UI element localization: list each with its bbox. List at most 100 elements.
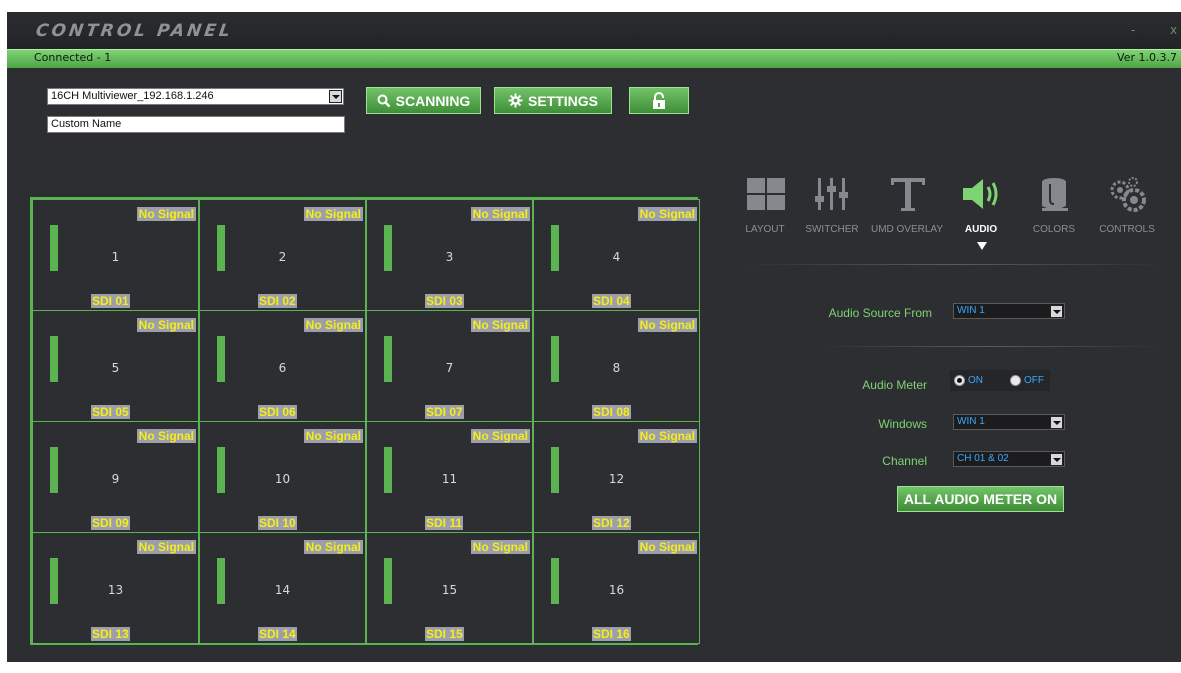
viewer-cell[interactable]: No Signal 3 SDI 03 bbox=[366, 199, 533, 311]
no-signal-badge: No Signal bbox=[136, 207, 196, 221]
audio-source-label: Audio Source From bbox=[828, 306, 932, 320]
windows-select[interactable]: WIN 1 bbox=[953, 414, 1065, 430]
no-signal-badge: No Signal bbox=[470, 318, 530, 332]
no-signal-badge: No Signal bbox=[637, 207, 697, 221]
windows-label: Windows bbox=[878, 417, 927, 431]
window-number: 12 bbox=[608, 472, 625, 486]
version-label: Ver 1.0.3.7 bbox=[1117, 51, 1177, 64]
viewer-cell[interactable]: No Signal 15 SDI 15 bbox=[366, 532, 533, 644]
viewer-cell[interactable]: No Signal 1 SDI 01 bbox=[32, 199, 199, 311]
source-label: SDI 15 bbox=[425, 627, 464, 641]
audio-meter-on-label: ON bbox=[968, 375, 983, 386]
audio-level-bar bbox=[217, 558, 225, 604]
title-bar: CONTROL PANEL - x bbox=[7, 12, 1181, 49]
audio-level-bar bbox=[384, 447, 392, 493]
viewer-cell[interactable]: No Signal 2 SDI 02 bbox=[199, 199, 366, 311]
source-label: SDI 03 bbox=[425, 294, 464, 308]
tab-controls[interactable]: CONTROLS bbox=[1087, 172, 1167, 242]
tab-colors[interactable]: COLORS bbox=[1014, 172, 1094, 242]
no-signal-badge: No Signal bbox=[637, 318, 697, 332]
close-button[interactable]: x bbox=[1170, 23, 1177, 37]
chevron-down-icon[interactable] bbox=[1050, 305, 1063, 318]
audio-level-bar bbox=[50, 225, 58, 271]
audio-level-bar bbox=[217, 225, 225, 271]
window-number: 13 bbox=[107, 583, 124, 597]
audio-level-bar bbox=[50, 447, 58, 493]
no-signal-badge: No Signal bbox=[136, 318, 196, 332]
audio-meter-on-radio[interactable]: ON bbox=[954, 375, 983, 386]
custom-name-input[interactable]: Custom Name bbox=[47, 116, 345, 133]
tab-label: UMD OVERLAY bbox=[870, 224, 944, 235]
audio-source-select[interactable]: WIN 1 bbox=[953, 303, 1065, 319]
viewer-cell[interactable]: No Signal 10 SDI 10 bbox=[199, 421, 366, 533]
chevron-down-icon[interactable] bbox=[329, 90, 342, 103]
settings-button[interactable]: SETTINGS bbox=[494, 87, 612, 114]
viewer-cell[interactable]: No Signal 13 SDI 13 bbox=[32, 532, 199, 644]
connection-status: Connected - 1 bbox=[34, 51, 112, 64]
viewer-cell[interactable]: No Signal 16 SDI 16 bbox=[533, 532, 700, 644]
scanning-button[interactable]: SCANNING bbox=[366, 87, 481, 114]
audio-level-bar bbox=[384, 336, 392, 382]
viewer-cell[interactable]: No Signal 7 SDI 07 bbox=[366, 310, 533, 422]
no-signal-badge: No Signal bbox=[303, 207, 363, 221]
window-number: 6 bbox=[278, 361, 287, 375]
control-panel-window: CONTROL PANEL - x Connected - 1 Ver 1.0.… bbox=[7, 12, 1181, 662]
audio-level-bar bbox=[384, 558, 392, 604]
gears-icon bbox=[1110, 177, 1146, 212]
tab-audio[interactable]: AUDIO bbox=[941, 172, 1021, 242]
tab-switcher[interactable]: SWITCHER bbox=[792, 172, 872, 242]
window-number: 15 bbox=[441, 583, 458, 597]
minimize-button[interactable]: - bbox=[1131, 23, 1135, 37]
viewer-cell[interactable]: No Signal 5 SDI 05 bbox=[32, 310, 199, 422]
window-number: 5 bbox=[111, 361, 120, 375]
tab-label: AUDIO bbox=[964, 224, 998, 235]
viewer-cell[interactable]: No Signal 14 SDI 14 bbox=[199, 532, 366, 644]
tab-label: SWITCHER bbox=[805, 224, 859, 235]
no-signal-badge: No Signal bbox=[637, 429, 697, 443]
all-audio-meter-on-button[interactable]: ALL AUDIO METER ON bbox=[897, 486, 1064, 512]
viewer-cell[interactable]: No Signal 12 SDI 12 bbox=[533, 421, 700, 533]
device-select-value: 16CH Multiviewer_192.168.1.246 bbox=[51, 90, 214, 102]
settings-button-label: SETTINGS bbox=[527, 92, 598, 109]
viewer-cell[interactable]: No Signal 11 SDI 11 bbox=[366, 421, 533, 533]
lock-button[interactable] bbox=[629, 87, 689, 114]
text-icon bbox=[891, 178, 925, 211]
channel-select[interactable]: CH 01 & 02 bbox=[953, 451, 1065, 467]
audio-meter-off-radio[interactable]: OFF bbox=[1010, 375, 1044, 386]
divider bbox=[817, 346, 1162, 347]
device-select[interactable]: 16CH Multiviewer_192.168.1.246 bbox=[47, 88, 344, 105]
channel-label: Channel bbox=[882, 454, 927, 468]
status-bar: Connected - 1 Ver 1.0.3.7 bbox=[7, 49, 1181, 68]
tab-umd-overlay[interactable]: UMD OVERLAY bbox=[867, 172, 947, 242]
source-label: SDI 11 bbox=[425, 516, 464, 530]
source-label: SDI 07 bbox=[425, 405, 464, 419]
window-number: 14 bbox=[274, 583, 291, 597]
source-label: SDI 04 bbox=[592, 294, 631, 308]
audio-level-bar bbox=[217, 336, 225, 382]
app-title: CONTROL PANEL bbox=[34, 21, 235, 41]
tab-label: COLORS bbox=[1032, 224, 1076, 235]
windows-value: WIN 1 bbox=[957, 416, 985, 427]
no-signal-badge: No Signal bbox=[136, 540, 196, 554]
multiviewer-grid: No Signal 1 SDI 01 No Signal 2 SDI 02 No Signa… bbox=[30, 197, 700, 645]
audio-level-bar bbox=[50, 336, 58, 382]
no-signal-badge: No Signal bbox=[136, 429, 196, 443]
chevron-down-icon[interactable] bbox=[1050, 453, 1063, 466]
source-label: SDI 06 bbox=[258, 405, 297, 419]
viewer-cell[interactable]: No Signal 6 SDI 06 bbox=[199, 310, 366, 422]
chevron-down-icon[interactable] bbox=[1050, 416, 1063, 429]
audio-level-bar bbox=[551, 447, 559, 493]
sliders-icon bbox=[815, 178, 848, 210]
window-number: 2 bbox=[278, 250, 287, 264]
viewer-cell[interactable]: No Signal 8 SDI 08 bbox=[533, 310, 700, 422]
source-label: SDI 16 bbox=[592, 627, 631, 641]
source-label: SDI 09 bbox=[91, 516, 130, 530]
no-signal-badge: No Signal bbox=[470, 429, 530, 443]
source-label: SDI 05 bbox=[91, 405, 130, 419]
source-label: SDI 10 bbox=[258, 516, 297, 530]
active-tab-indicator bbox=[977, 242, 987, 250]
audio-source-value: WIN 1 bbox=[957, 305, 985, 316]
viewer-cell[interactable]: No Signal 4 SDI 04 bbox=[533, 199, 700, 311]
audio-level-bar bbox=[217, 447, 225, 493]
viewer-cell[interactable]: No Signal 9 SDI 09 bbox=[32, 421, 199, 533]
